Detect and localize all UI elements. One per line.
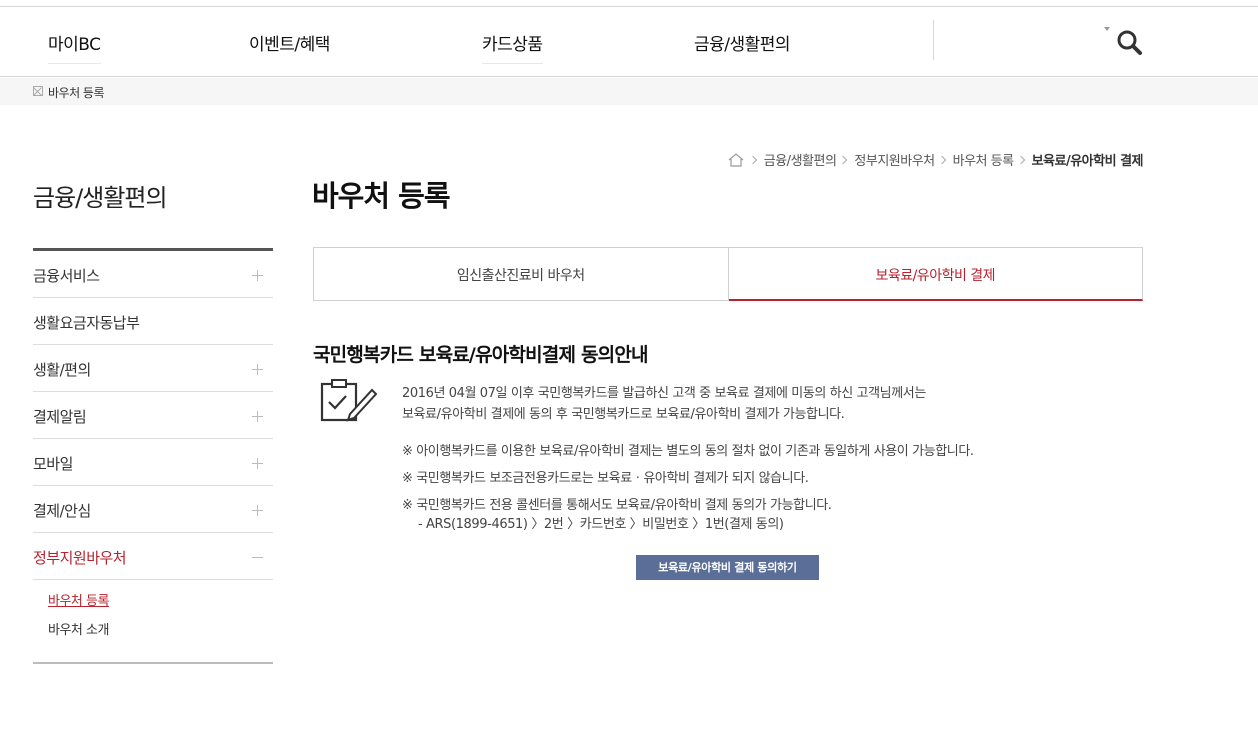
gnb-item-mybc[interactable]: 마이BC xyxy=(48,30,101,64)
tab-childcare-payment[interactable]: 보육료/유아학비 결제 xyxy=(728,247,1143,301)
gnb-item-finance-life[interactable]: 금융/생활편의 xyxy=(694,30,791,55)
lnb-submenu: 바우처 등록 바우처 소개 xyxy=(33,580,273,664)
plus-icon xyxy=(252,270,263,281)
description-line: 보육료/유아학비 결제에 동의 후 국민행복카드로 보육료/유아학비 결제가 가… xyxy=(402,407,845,422)
breadcrumb-chevron-icon xyxy=(937,155,946,164)
caret-down-icon xyxy=(1104,27,1110,31)
breadcrumb-chevron-icon xyxy=(1016,155,1025,164)
notes-list: ※ 아이행복카드를 이용한 보육료/유아학비 결제는 별도의 동의 절차 없이 … xyxy=(402,443,974,534)
plus-icon xyxy=(252,364,263,375)
breadcrumb-item[interactable]: 정부지원바우처 xyxy=(854,150,935,169)
lnb-item-auto-pay[interactable]: 생활요금자동납부 xyxy=(33,298,273,345)
plus-icon xyxy=(252,458,263,469)
plus-icon xyxy=(252,411,263,422)
lnb-item-mobile[interactable]: 모바일 xyxy=(33,439,273,486)
local-nav: 금융서비스 생활요금자동납부 생활/편의 결제알림 모바일 결제/안심 정부지원… xyxy=(33,248,273,664)
minus-icon xyxy=(252,552,263,563)
clipboard-check-icon xyxy=(318,378,380,426)
breadcrumb-item[interactable]: 바우처 등록 xyxy=(953,150,1014,169)
gnb-item-events[interactable]: 이벤트/혜택 xyxy=(249,30,330,55)
breadcrumb-chevron-icon xyxy=(839,155,848,164)
tab-bar: 임신출산진료비 바우처 보육료/유아학비 결제 xyxy=(313,247,1143,301)
section-title: 국민행복카드 보육료/유아학비결제 동의안내 xyxy=(313,344,649,366)
sub-bar-label: 바우처 등록 xyxy=(48,86,105,100)
note-sub-item: - ARS(1899-4651) 〉2번 〉카드번호 〉비밀번호 〉1번(결제 … xyxy=(418,517,784,532)
lnb-item-pay-alert[interactable]: 결제알림 xyxy=(33,392,273,439)
close-box-icon[interactable] xyxy=(33,86,43,96)
lnb-item-life[interactable]: 생활/편의 xyxy=(33,345,273,392)
note-item: ※ 국민행복카드 보조금전용카드로는 보육료ㆍ유아학비 결제가 되지 않습니다. xyxy=(402,471,809,486)
description-line: 2016년 04월 07일 이후 국민행복카드를 발급하신 고객 중 보육료 결… xyxy=(402,386,926,401)
breadcrumb-item[interactable]: 금융/생활편의 xyxy=(764,150,837,169)
agree-button[interactable]: 보육료/유아학비 결제 동의하기 xyxy=(636,555,819,580)
global-nav: 마이BC 이벤트/혜택 카드상품 금융/생활편의 xyxy=(0,7,1258,77)
home-icon[interactable] xyxy=(728,152,744,167)
page-title: 바우처 등록 xyxy=(312,179,450,213)
breadcrumb-current: 보육료/유아학비 결제 xyxy=(1031,154,1144,169)
search-icon[interactable] xyxy=(1114,27,1144,57)
lnb-sub-voucher-intro[interactable]: 바우처 소개 xyxy=(48,621,273,650)
breadcrumb-chevron-icon xyxy=(748,155,758,164)
gnb-item-card-products[interactable]: 카드상품 xyxy=(482,30,543,64)
lnb-item-gov-voucher[interactable]: 정부지원바우처 xyxy=(33,533,273,580)
sub-bar: 바우처 등록 xyxy=(0,78,1258,105)
lnb-sub-voucher-register[interactable]: 바우처 등록 xyxy=(48,592,273,621)
lnb-item-finance-service[interactable]: 금융서비스 xyxy=(33,251,273,298)
note-item: ※ 국민행복카드 전용 콜센터를 통해서도 보육료/유아학비 결제 동의가 가능… xyxy=(402,498,832,513)
note-item: ※ 아이행복카드를 이용한 보육료/유아학비 결제는 별도의 동의 절차 없이 … xyxy=(402,444,974,459)
gnb-divider xyxy=(933,20,934,60)
breadcrumb: 금융/생활편의 정부지원바우처 바우처 등록 보육료/유아학비 결제 xyxy=(728,150,1144,169)
lnb-title: 금융/생활편의 xyxy=(33,184,168,212)
tab-pregnancy-voucher[interactable]: 임신출산진료비 바우처 xyxy=(313,247,729,301)
description: 2016년 04월 07일 이후 국민행복카드를 발급하신 고객 중 보육료 결… xyxy=(402,383,926,425)
plus-icon xyxy=(252,505,263,516)
lnb-item-pay-safety[interactable]: 결제/안심 xyxy=(33,486,273,533)
